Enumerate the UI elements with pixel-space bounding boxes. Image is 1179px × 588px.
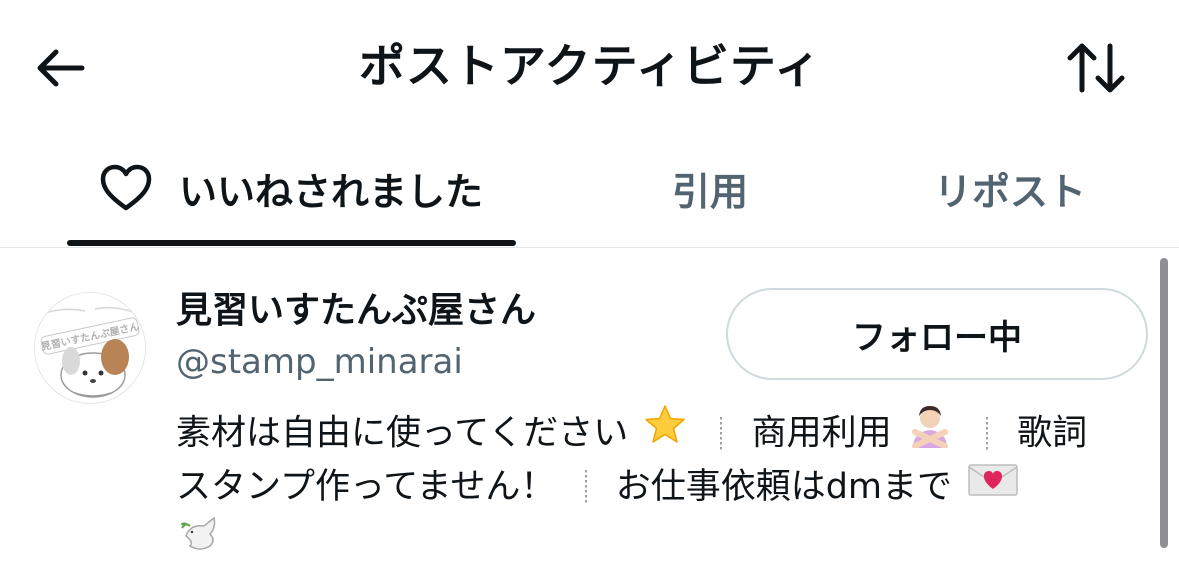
- avatar[interactable]: 見習いすたんぷ屋さん: [34, 292, 146, 404]
- bio-text-1a: 素材は自由に使ってください: [176, 413, 629, 454]
- dove-icon: [180, 514, 228, 577]
- bio-text-1c: 歌詞: [1017, 413, 1088, 454]
- bio-text-2b: お仕事依頼はdmまで: [615, 467, 952, 507]
- page-title: ポストアクティビティ: [358, 39, 822, 93]
- following-button[interactable]: フォロー中: [726, 288, 1148, 380]
- sort-button[interactable]: [1058, 36, 1134, 100]
- scrollbar[interactable]: [1160, 258, 1168, 548]
- back-button[interactable]: [28, 38, 92, 98]
- love-letter-icon: [967, 459, 1019, 516]
- bio-line-3: [176, 514, 1136, 570]
- active-tab-indicator: [67, 240, 516, 246]
- tab-liked-label: いいねされました: [178, 169, 483, 214]
- arrow-left-icon: [37, 49, 85, 87]
- tab-reposts[interactable]: リポスト: [900, 132, 1120, 244]
- top-bar: ポストアクティビティ: [0, 0, 1179, 132]
- tab-quotes-label: 引用: [671, 169, 748, 214]
- dotted-separator: [584, 470, 587, 504]
- tab-reposts-label: リポスト: [933, 169, 1086, 214]
- display-name[interactable]: 見習いすたんぷ屋さん: [176, 288, 536, 334]
- star-icon: [643, 403, 687, 464]
- user-list-item[interactable]: 見習いすたんぷ屋さん 見習いすたんぷ屋さん @stamp_minarai フォロ…: [0, 248, 1179, 588]
- dotted-separator: [720, 416, 723, 451]
- activity-tabs: いいねされました 引用 リポスト: [0, 132, 1179, 248]
- heart-outline-icon: [99, 164, 153, 212]
- user-bio: 素材は自由に使ってください 商用利用 歌詞 スタンプ作ってません！ お仕事依頼は…: [176, 402, 1136, 570]
- tab-liked[interactable]: いいねされました: [66, 132, 516, 244]
- user-handle[interactable]: @stamp_minarai: [176, 340, 463, 384]
- bio-text-2a: スタンプ作ってません！: [176, 467, 556, 507]
- bio-line-2: スタンプ作ってません！ お仕事依頼はdmまで: [176, 458, 1136, 514]
- bio-line-1: 素材は自由に使ってください 商用利用 歌詞: [176, 402, 1136, 458]
- bio-text-1b: 商用利用: [751, 413, 892, 454]
- no-gesture-person-icon: [907, 402, 953, 465]
- dotted-separator: [985, 416, 988, 451]
- sort-arrows-icon: [1067, 43, 1125, 93]
- tab-quotes[interactable]: 引用: [600, 132, 820, 244]
